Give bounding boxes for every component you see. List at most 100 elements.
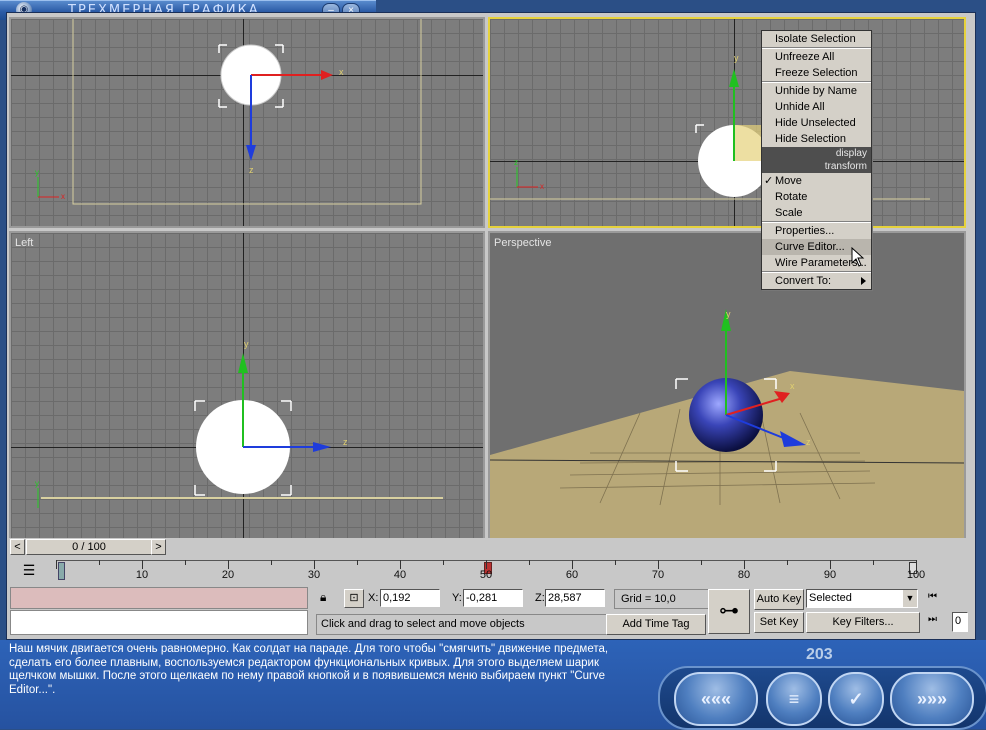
back-button[interactable]: ««« xyxy=(674,672,758,726)
menu-header-transform: transform xyxy=(762,160,871,173)
svg-text:z: z xyxy=(343,437,348,447)
mouse-cursor-icon xyxy=(851,247,865,267)
menu-item-unhide-by-name[interactable]: Unhide by Name xyxy=(762,83,871,99)
ruler-tick xyxy=(271,560,272,565)
menu-item-rotate[interactable]: Rotate xyxy=(762,189,871,205)
time-slider-thumb[interactable]: 0 / 100 xyxy=(26,539,152,555)
key-filters-button[interactable]: Key Filters... xyxy=(806,612,920,633)
z-label: Z: xyxy=(535,592,545,604)
ruler-tick xyxy=(185,560,186,565)
ruler-tick xyxy=(873,560,874,565)
svg-text:z: z xyxy=(249,165,254,175)
ruler-label: 40 xyxy=(393,569,407,581)
current-frame-field[interactable]: 0 xyxy=(952,612,968,632)
viewport-front[interactable]: y z x xyxy=(488,17,966,228)
grid-readout: Grid = 10,0 xyxy=(614,589,712,609)
ruler-label: 70 xyxy=(651,569,665,581)
ruler-tick xyxy=(99,560,100,565)
ruler-label: 50 xyxy=(479,569,493,581)
set-key-button[interactable]: Set Key xyxy=(754,612,804,633)
menu-item-hide-unselected[interactable]: Hide Unselected xyxy=(762,115,871,131)
maxscript-listener-white[interactable] xyxy=(10,610,308,635)
ruler-tick xyxy=(744,560,745,569)
menu-item-scale[interactable]: Scale xyxy=(762,205,871,221)
selected-dropdown[interactable]: Selected ▼ xyxy=(806,589,918,608)
svg-text:y: y xyxy=(35,479,39,488)
ruler-tick xyxy=(701,560,702,565)
lesson-text: Наш мячик двигается очень равномерно. Ка… xyxy=(9,643,609,696)
menu-item-move[interactable]: ✓ Move xyxy=(762,173,871,189)
menu-item-convert-to[interactable]: Convert To: xyxy=(762,273,871,289)
x-label: X: xyxy=(368,592,379,604)
perspective-scene: y x z xyxy=(490,309,964,538)
x-coordinate-field[interactable]: 0,192 xyxy=(380,589,440,607)
curve-editor-mini-icon[interactable]: ☰ xyxy=(20,561,38,579)
current-frame-marker[interactable] xyxy=(58,562,65,580)
auto-key-button[interactable]: Auto Key xyxy=(754,589,804,610)
go-to-start-icon[interactable]: ⏮ xyxy=(928,591,937,602)
time-slider-next[interactable]: > xyxy=(151,539,166,555)
ruler-tick xyxy=(572,560,573,569)
ruler-tick xyxy=(787,560,788,565)
y-coordinate-field[interactable]: -0,281 xyxy=(463,589,523,607)
submenu-arrow-icon xyxy=(861,277,866,285)
lock-icon[interactable]: 🔒︎ xyxy=(320,590,326,605)
ruler-tick xyxy=(529,560,530,565)
time-slider-prev[interactable]: < xyxy=(10,539,25,555)
svg-text:y: y xyxy=(35,168,39,177)
y-label: Y: xyxy=(452,592,462,604)
ruler-tick xyxy=(314,560,315,569)
forward-button[interactable]: »»» xyxy=(890,672,974,726)
ruler-tick xyxy=(830,560,831,569)
absolute-mode-icon[interactable]: ⊡ xyxy=(344,589,364,608)
menu-item-freeze-selection[interactable]: Freeze Selection xyxy=(762,65,871,81)
svg-text:y: y xyxy=(734,53,739,63)
ruler-label: 60 xyxy=(565,569,579,581)
menu-item-isolate-selection[interactable]: Isolate Selection xyxy=(762,31,871,47)
svg-text:y: y xyxy=(244,339,249,349)
ruler-tick xyxy=(615,560,616,565)
add-time-tag-button[interactable]: Add Time Tag xyxy=(606,614,706,635)
checkmark-icon: ✓ xyxy=(764,175,774,187)
svg-text:y: y xyxy=(726,309,731,319)
svg-text:x: x xyxy=(540,182,544,191)
front-scene: y z x xyxy=(490,53,930,200)
ruler-tick xyxy=(486,560,487,569)
ruler-tick xyxy=(228,560,229,569)
confirm-button[interactable]: ✓ xyxy=(828,672,884,726)
ruler-label: 10 xyxy=(135,569,149,581)
ruler-label: 20 xyxy=(221,569,235,581)
menu-item-hide-selection[interactable]: Hide Selection xyxy=(762,131,871,147)
ruler-tick xyxy=(400,560,401,569)
menu-item-unhide-all[interactable]: Unhide All xyxy=(762,99,871,115)
viewport-top[interactable]: x z y x xyxy=(9,17,485,228)
ruler-label: 100 xyxy=(906,569,926,581)
menu-header-display: display xyxy=(762,147,871,160)
ruler-tick xyxy=(443,560,444,565)
top-scene: x z y x xyxy=(35,19,422,205)
ruler-label: 80 xyxy=(737,569,751,581)
ruler-tick xyxy=(357,560,358,565)
svg-text:z: z xyxy=(806,437,811,447)
maxscript-listener-pink[interactable] xyxy=(10,587,308,609)
z-coordinate-field[interactable]: 28,587 xyxy=(545,589,605,607)
menu-item-unfreeze-all[interactable]: Unfreeze All xyxy=(762,49,871,65)
ruler-tick xyxy=(56,560,57,569)
viewport-perspective[interactable]: Perspective y x z xyxy=(488,231,966,540)
ruler-label: 90 xyxy=(823,569,837,581)
svg-text:z: z xyxy=(514,158,518,167)
svg-text:x: x xyxy=(790,381,795,391)
set-key-icon[interactable]: ⊶ xyxy=(708,589,750,634)
chevron-down-icon: ▼ xyxy=(903,590,917,607)
time-slider-track[interactable]: < 0 / 100 > xyxy=(8,538,966,556)
menu-item-properties[interactable]: Properties... xyxy=(762,223,871,239)
ruler-tick xyxy=(142,560,143,569)
page-number: 203 xyxy=(806,646,833,663)
ruler-tick xyxy=(658,560,659,569)
viewport-left[interactable]: Left y z y xyxy=(9,231,485,540)
menu-button[interactable]: ≡ xyxy=(766,672,822,726)
key-mode-icon[interactable]: ⏭ xyxy=(928,614,937,625)
left-scene: y z y xyxy=(35,339,443,508)
svg-text:x: x xyxy=(61,192,65,201)
ruler-tick xyxy=(916,560,917,569)
